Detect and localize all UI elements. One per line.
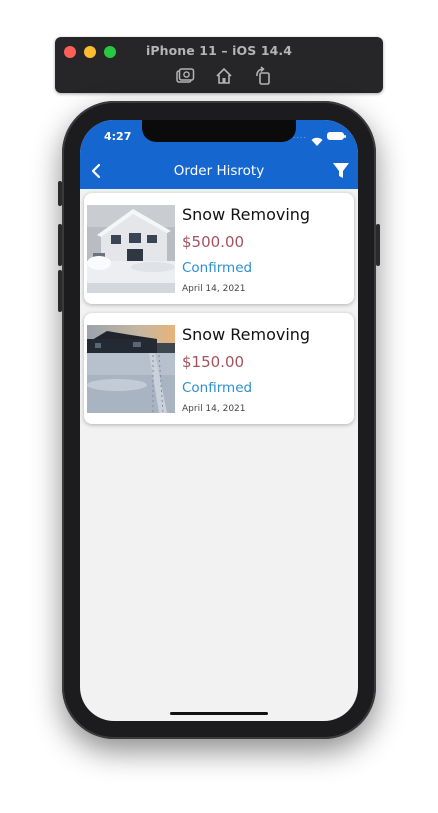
order-date: April 14, 2021: [182, 404, 246, 414]
notch: [142, 120, 296, 142]
home-icon[interactable]: [214, 66, 234, 86]
order-status: Confirmed: [182, 380, 253, 396]
order-title: Snow Removing: [182, 325, 311, 344]
cellular-icon: ....: [292, 131, 307, 140]
snowy-yard-photo: [87, 325, 175, 413]
order-price: $500.00: [182, 233, 245, 251]
order-card[interactable]: Snow Removing $500.00 Confirmed April 14…: [84, 193, 354, 304]
screenshot-icon[interactable]: [175, 66, 195, 86]
filter-icon[interactable]: [332, 162, 350, 180]
page-title: Order Hisroty: [173, 163, 265, 179]
simulator-title: iPhone 11 – iOS 14.4: [145, 43, 293, 58]
order-card[interactable]: Snow Removing $150.00 Confirmed April 14…: [84, 313, 354, 424]
power-button: [376, 224, 380, 266]
nav-header: 4:27 .... Order Hisroty: [80, 120, 358, 189]
home-indicator[interactable]: [170, 712, 268, 715]
rotate-icon[interactable]: [253, 66, 273, 86]
app-screen: 4:27 .... Order Hisroty Snow Removing $5…: [80, 120, 358, 721]
order-status: Confirmed: [182, 260, 253, 276]
battery-icon: [327, 131, 346, 140]
volume-up-button: [58, 224, 62, 266]
wifi-icon: [311, 131, 323, 146]
status-time: 4:27: [104, 130, 132, 143]
simulator-title-bar: iPhone 11 – iOS 14.4: [55, 37, 383, 93]
snowy-house-photo: [87, 205, 175, 293]
order-date: April 14, 2021: [182, 284, 246, 294]
mute-switch: [58, 181, 62, 206]
order-price: $150.00: [182, 353, 245, 371]
volume-down-button: [58, 270, 62, 312]
order-title: Snow Removing: [182, 205, 311, 224]
